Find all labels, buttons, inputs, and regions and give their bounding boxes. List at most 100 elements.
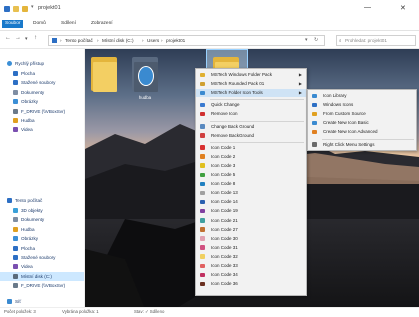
nav-item-sta-en-soubory[interactable]: Stažené soubory — [0, 78, 84, 87]
recent-dropdown-icon[interactable]: ▾ — [25, 36, 28, 42]
menu-item-icon-code-1[interactable]: Icon Code 1 — [196, 144, 306, 152]
menu-item-change-back-ground[interactable]: Change Back Ground — [196, 123, 306, 131]
menu-item-icon-code-14[interactable]: Icon Code 14 — [196, 198, 306, 206]
menu-item-label: Icon Code 32 — [211, 253, 238, 259]
nav-item-videa[interactable]: Videa — [0, 262, 84, 271]
breadcrumb-this-pc[interactable]: Tento počítač — [65, 36, 93, 45]
menu-item-label: Icon Code 2 — [211, 153, 236, 159]
menu-item-icon-code-34[interactable]: Icon Code 34 — [196, 271, 306, 279]
address-bar[interactable]: › Tento počítač › Místní disk (C:) › Use… — [48, 35, 325, 46]
submenu-item-windows-icons[interactable]: Windows Icons — [308, 101, 416, 109]
menu-item-remove-background[interactable]: Remove BackGround — [196, 132, 306, 140]
tab-home[interactable]: Domů — [30, 20, 49, 28]
minimize-button[interactable]: — — [364, 4, 371, 11]
breadcrumb-users[interactable]: Users — [147, 36, 159, 45]
create-new-icon-advanced-icon — [312, 129, 317, 135]
menu-item-remove-icon[interactable]: Remove Icon — [196, 110, 306, 118]
refresh-icon[interactable]: ↻ — [314, 36, 318, 45]
submenu-item-from-custom-source[interactable]: From Custom Source — [308, 110, 416, 118]
nav-item-m-stn-disk-c[interactable]: Místní disk (C:) — [0, 271, 84, 281]
plocha-icon — [13, 245, 18, 251]
icon-code-8-icon — [200, 181, 205, 187]
quick-access-dropdown-icon[interactable]: ▾ — [31, 4, 34, 10]
menu-item-label: MSTech Rounded Pack 01 — [211, 81, 265, 87]
nav-label: Hudba — [21, 118, 35, 123]
3d-objekty-icon — [13, 208, 18, 213]
menu-item-icon-code-19[interactable]: Icon Code 19 — [196, 207, 306, 215]
menu-item-icon-code-27[interactable]: Icon Code 27 — [196, 226, 306, 234]
nav-item-f-drive-vboxsvr[interactable]: F_DRIVE (\\VBoxSvr) — [0, 281, 84, 290]
menu-item-icon-code-8[interactable]: Icon Code 8 — [196, 180, 306, 188]
nav-this-pc[interactable]: Tento počítač — [0, 196, 84, 205]
nav-item-dokumenty[interactable]: Dokumenty — [0, 215, 84, 224]
breadcrumb-projekt01[interactable]: projekt01 — [166, 36, 185, 45]
nav-item-obr-zky[interactable]: Obrázky — [0, 234, 84, 243]
menu-item-label: Icon Code 13 — [211, 190, 238, 196]
tab-file[interactable]: Soubor — [2, 20, 24, 28]
menu-item-mstech-windows-folder-pack[interactable]: MSTech Windows Folder Pack ▶ — [196, 71, 306, 79]
hudba-icon — [13, 226, 18, 232]
menu-item-icon-code-36[interactable]: Icon Code 36 — [196, 280, 306, 288]
nav-quick-access[interactable]: Rychlý přístup — [0, 59, 84, 68]
menu-item-icon-code-5[interactable]: Icon Code 5 — [196, 171, 306, 179]
forward-arrow-icon[interactable]: → — [15, 35, 21, 41]
breadcrumb-local-disk[interactable]: Místní disk (C:) — [102, 36, 134, 45]
breadcrumb-separator: › — [60, 38, 62, 43]
menu-item-mstech-rounded-pack-01[interactable]: MSTech Rounded Pack 01 ▶ — [196, 80, 306, 88]
nav-item-plocha[interactable]: Plocha — [0, 69, 84, 78]
window-title: projekt01 — [38, 5, 61, 11]
mstech-folder-icon-tools-icon — [200, 90, 205, 96]
nav-item-obr-zky[interactable]: Obrázky — [0, 97, 84, 106]
submenu-item-icon-library[interactable]: Icon Library — [308, 92, 416, 100]
back-arrow-icon[interactable]: ← — [5, 35, 11, 41]
up-arrow-icon[interactable]: ↑ — [34, 35, 37, 41]
nav-item-sta-en-soubory[interactable]: Stažené soubory — [0, 253, 84, 262]
menu-item-icon-code-2[interactable]: Icon Code 2 — [196, 153, 306, 161]
address-dropdown-icon[interactable]: ▾ — [305, 36, 308, 45]
menu-item-icon-code-13[interactable]: Icon Code 13 — [196, 189, 306, 197]
menu-item-icon-code-3[interactable]: Icon Code 3 — [196, 162, 306, 170]
tab-share[interactable]: Sdílení — [58, 20, 79, 28]
nav-item-hudba[interactable]: Hudba — [0, 116, 84, 125]
menu-item-quick-change[interactable]: Quick Change — [196, 101, 306, 109]
folder-content-area[interactable]: hudba obrázky MSTech Windows Folder Pack… — [85, 49, 419, 307]
icon-code-21-icon — [200, 218, 205, 223]
menu-item-icon-code-33[interactable]: Icon Code 33 — [196, 262, 306, 270]
menu-item-icon-code-21[interactable]: Icon Code 21 — [196, 217, 306, 225]
properties-icon[interactable] — [13, 6, 19, 12]
obr-zky-icon — [13, 99, 18, 105]
nav-item-hudba[interactable]: Hudba — [0, 225, 84, 234]
address-bar-row: ← → ▾ ↑ › Tento počítač › Místní disk (C… — [0, 31, 419, 49]
remove-icon-icon — [200, 111, 205, 117]
search-icon: ⌕ — [339, 38, 342, 43]
app-icon — [4, 6, 10, 12]
menu-item-icon-code-30[interactable]: Icon Code 30 — [196, 235, 306, 243]
icon-code-3-icon — [200, 163, 205, 168]
menu-item-label: Icon Code 31 — [211, 244, 238, 250]
submenu-arrow-icon: ▶ — [298, 81, 302, 87]
nav-item-plocha[interactable]: Plocha — [0, 244, 84, 253]
network-icon — [7, 299, 12, 304]
menu-item-mstech-folder-icon-tools[interactable]: MSTech Folder Icon Tools ▶ — [196, 89, 306, 97]
folder-item[interactable] — [130, 54, 160, 94]
menu-item-label: Icon Code 30 — [211, 235, 238, 241]
menu-item-icon-code-31[interactable]: Icon Code 31 — [196, 244, 306, 252]
menu-item-icon-code-32[interactable]: Icon Code 32 — [196, 253, 306, 261]
menu-item-label: Icon Code 1 — [211, 144, 236, 150]
folder-item[interactable] — [89, 54, 119, 94]
nav-network[interactable]: Síť — [0, 297, 84, 306]
submenu-item-create-new-icon-basic[interactable]: Create New Icon Basic — [308, 119, 416, 127]
new-folder-icon[interactable] — [22, 6, 28, 12]
nav-label: 3D objekty — [21, 208, 43, 213]
nav-item-dokumenty[interactable]: Dokumenty — [0, 88, 84, 97]
submenu-item-right-click-menu-settings[interactable]: Right Click Menu Settings — [308, 141, 416, 149]
submenu-item-label: Create New Icon Advanced — [323, 129, 378, 135]
nav-item-videa[interactable]: Videa — [0, 125, 84, 134]
close-button[interactable]: ✕ — [400, 4, 406, 12]
nav-label: Stažené soubory — [21, 255, 56, 260]
tab-view[interactable]: Zobrazení — [88, 20, 116, 28]
nav-item-f-drive-vboxsvr[interactable]: F_DRIVE (\\VBoxSvr) — [0, 107, 84, 116]
nav-item-3d-objekty[interactable]: 3D objekty — [0, 206, 84, 215]
submenu-item-create-new-icon-advanced[interactable]: Create New Icon Advanced — [308, 128, 416, 136]
search-input[interactable]: ⌕ Prohledat: projekt01 — [336, 35, 416, 46]
